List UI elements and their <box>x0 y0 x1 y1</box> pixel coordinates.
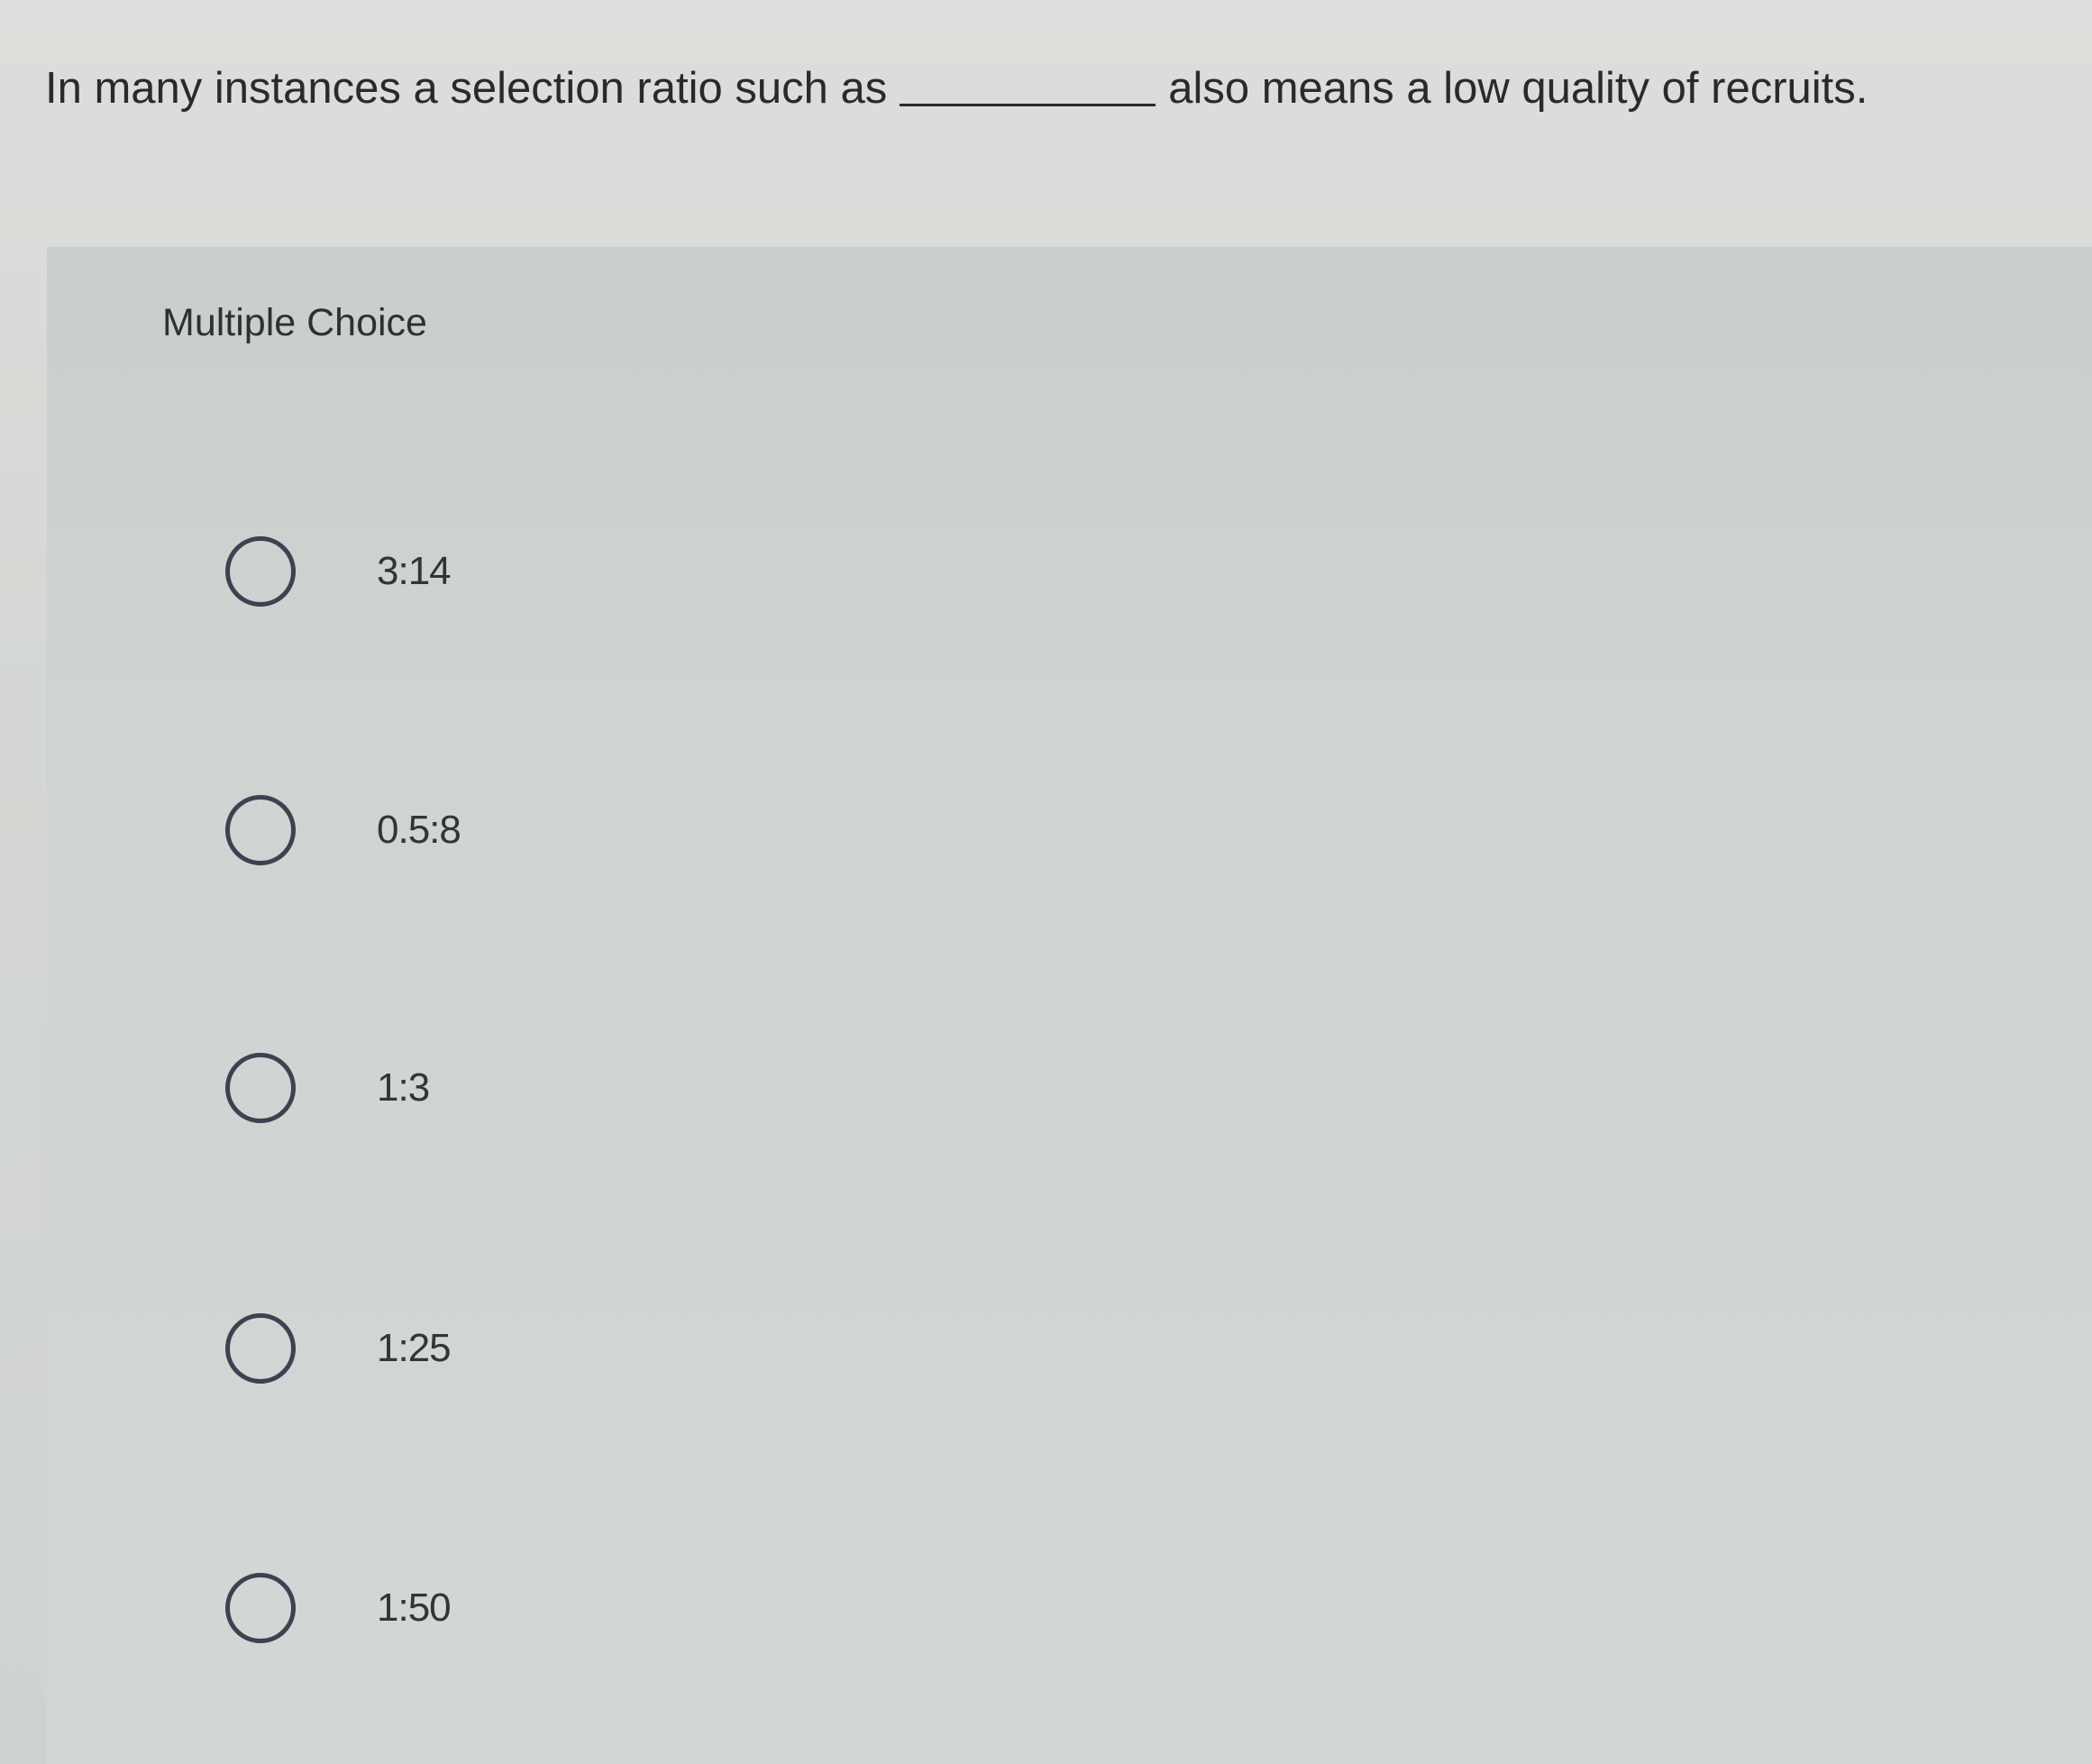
question-type-label: Multiple Choice <box>162 301 427 344</box>
question-card: Multiple Choice 3:14 0.5:8 1:3 1:25 1:50 <box>47 247 2092 1764</box>
radio-button[interactable] <box>225 795 296 865</box>
option-1-3[interactable]: 1:3 <box>119 998 2066 1178</box>
option-label: 1:25 <box>377 1326 452 1370</box>
question-text-after: also means a low quality of recruits. <box>1168 64 1868 114</box>
option-label: 1:50 <box>377 1586 452 1630</box>
radio-button[interactable] <box>225 1053 296 1123</box>
radio-button[interactable] <box>225 1573 296 1643</box>
option-1-25[interactable]: 1:25 <box>119 1258 2066 1439</box>
question-text-before: In many instances a selection ratio such… <box>45 64 888 114</box>
answer-blank <box>900 103 1156 106</box>
radio-button[interactable] <box>225 536 296 607</box>
option-label: 3:14 <box>377 549 452 593</box>
radio-button[interactable] <box>225 1313 296 1384</box>
question-text: In many instances a selection ratio such… <box>45 36 2073 135</box>
option-1-50[interactable]: 1:50 <box>119 1518 2066 1698</box>
option-3-14[interactable]: 3:14 <box>119 481 2066 662</box>
option-0-5-8[interactable]: 0.5:8 <box>119 740 2066 920</box>
option-label: 1:3 <box>377 1065 430 1110</box>
card-header: Multiple Choice <box>47 247 2092 391</box>
option-label: 0.5:8 <box>377 808 461 852</box>
